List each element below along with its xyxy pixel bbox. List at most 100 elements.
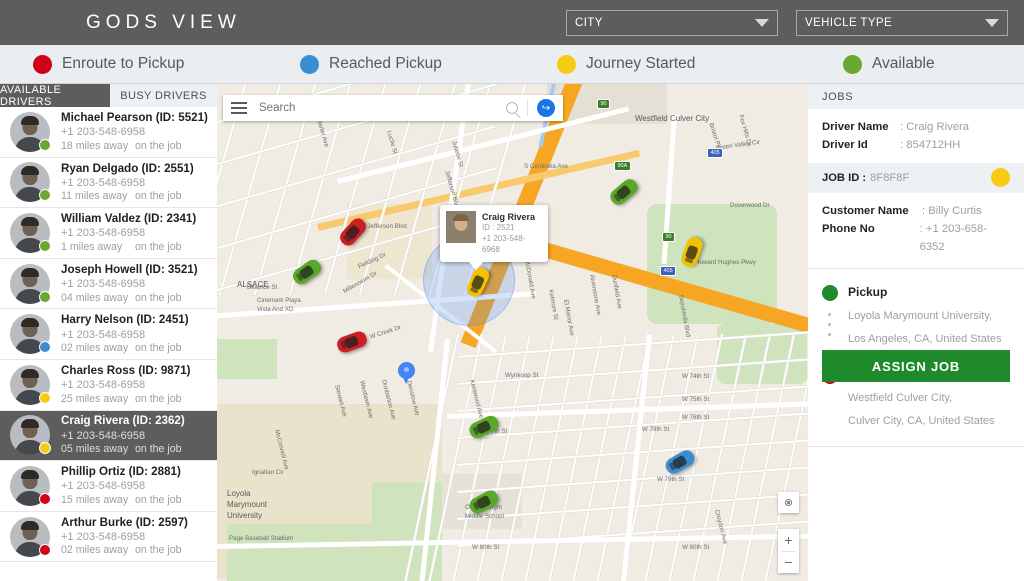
legend-item-journey-started: Journey Started: [557, 54, 695, 74]
driver-status: on the job: [135, 139, 182, 152]
driver-status-dot: [39, 543, 51, 556]
driver-status-dot: [39, 391, 51, 404]
job-id-row[interactable]: JOB ID : 8F8F8F: [808, 162, 1024, 193]
dropoff-address-line-2: Culver City, CA, United States: [848, 415, 995, 428]
driver-name: Harry Nelson (ID: 2451): [61, 313, 189, 327]
map-label: W 76th St: [682, 414, 710, 421]
driver-distance: 02 miles away: [61, 342, 129, 355]
driver-status-dot: [39, 290, 51, 303]
avatar: [10, 364, 51, 405]
assign-job-button[interactable]: ASSIGN JOB: [822, 350, 1010, 382]
dropoff-address-line-1: Westfield Culver City,: [848, 392, 953, 405]
zoom-in-button[interactable]: +: [778, 529, 799, 551]
driver-list[interactable]: Michael Pearson (ID: 5521) +1 203-548-695…: [0, 107, 217, 581]
driver-status: on the job: [135, 240, 182, 253]
map-label: W 74th St: [682, 373, 710, 380]
driver-list-item[interactable]: Ryan Delgado (ID: 2551) +1 203-548-6958 11…: [0, 158, 217, 209]
map-label: W 79th St: [657, 476, 685, 483]
driver-status-dot: [39, 138, 51, 151]
driver-details-block: Driver Name : Craig Rivera Driver Id : 8…: [808, 109, 1024, 163]
customer-details-block: Customer Name : Billy Curtis Phone No : …: [808, 193, 1024, 265]
driver-name: Ryan Delgado (ID: 2551): [61, 161, 194, 175]
tab-busy-drivers[interactable]: BUSY DRIVERS: [110, 84, 217, 107]
destination-pin-icon[interactable]: [398, 362, 415, 386]
map-label: Doverwood Dr: [730, 202, 770, 209]
pickup-address-line-2: Los Angeles, CA, United States: [848, 332, 1002, 345]
zoom-out-button[interactable]: −: [778, 552, 799, 574]
map-label: Marymount: [227, 500, 268, 509]
driver-name: Joseph Howell (ID: 3521): [61, 262, 198, 276]
driver-distance: 15 miles away: [61, 493, 129, 506]
top-bar-filters: CITY VEHICLE TYPE: [566, 9, 1008, 36]
driver-status: on the job: [135, 544, 182, 557]
driver-popup-avatar: [446, 211, 476, 243]
driver-distance: 1 miles away: [61, 240, 123, 253]
chevron-down-icon: [755, 18, 769, 27]
driver-name-row: Driver Name : Craig Rivera: [822, 118, 1010, 136]
driver-phone: +1 203-548-6958: [61, 480, 146, 493]
vehicle-type-select[interactable]: VEHICLE TYPE: [796, 9, 1008, 36]
job-status-badge: [991, 168, 1010, 188]
map-locate-button[interactable]: [778, 492, 799, 513]
legend-item-enroute-to-pickup: Enroute to Pickup: [33, 54, 184, 74]
status-legend: Enroute to Pickup Reached Pickup Journey…: [0, 45, 1024, 84]
map-label: W 80th St: [682, 544, 710, 551]
driver-name-label: Driver Name: [822, 121, 889, 133]
phone-label: Phone No: [822, 222, 875, 235]
gods-view-app: GODS VIEW CITY VEHICLE TYPE Enroute to P…: [0, 0, 1024, 581]
search-input[interactable]: [259, 102, 506, 114]
highway-shield-icon: 90A: [614, 161, 631, 171]
map-label: Ignatian Cir: [252, 469, 284, 476]
tab-available-drivers[interactable]: AVAILABLE DRIVERS: [0, 84, 110, 108]
map-search-bar[interactable]: ↪: [223, 95, 563, 121]
driver-distance: 25 miles away: [61, 392, 129, 405]
legend-label: Available: [872, 55, 935, 72]
driver-info-popup[interactable]: Craig Rivera ID : 2521 +1 203-548-6968: [440, 205, 548, 270]
map-label: S Centinela Ave: [524, 163, 568, 170]
map-label: University: [227, 511, 263, 520]
driver-name-value: : Craig Rivera: [900, 121, 970, 133]
driver-status-dot: [39, 492, 51, 505]
driver-list-item[interactable]: Craig Rivera (ID: 2362) +1 203-548-6958 05…: [0, 410, 217, 462]
driver-list-item[interactable]: Michael Pearson (ID: 5521) +1 203-548-695…: [0, 107, 217, 158]
driver-phone: +1 203-548-6958: [61, 530, 146, 543]
avatar: [10, 314, 51, 355]
driver-list-item[interactable]: Arthur Burke (ID: 2597) +1 203-548-6958 02…: [0, 512, 217, 563]
driver-list-item[interactable]: Charles Ross (ID: 9871) +1 203-548-6958 25…: [0, 360, 217, 411]
map-label: Vista And XD: [257, 306, 294, 313]
popup-driver-phone: +1 203-548-6968: [482, 233, 526, 254]
driver-phone: +1 203-548-6958: [61, 379, 146, 392]
customer-name-label: Customer Name: [822, 204, 909, 217]
chevron-down-icon: [985, 18, 999, 27]
pickup-row: Pickup Loyola Marymount University, Los …: [822, 281, 1010, 349]
driver-status-dot: [39, 442, 51, 455]
driver-name: Craig Rivera (ID: 2362): [61, 414, 185, 428]
vehicle-type-select-label: VEHICLE TYPE: [805, 16, 893, 29]
driver-status: on the job: [135, 443, 182, 456]
driver-id-row: Driver Id : 854712HH: [822, 136, 1010, 154]
driver-name: Michael Pearson (ID: 5521): [61, 110, 208, 124]
avatar: [10, 263, 51, 304]
driver-distance: 02 miles away: [61, 544, 129, 557]
map-label: ALSACE: [237, 280, 269, 289]
city-select[interactable]: CITY: [566, 9, 778, 36]
driver-list-item[interactable]: Phillip Ortiz (ID: 2881) +1 203-548-6958 1…: [0, 461, 217, 512]
map-label: W 80th St: [472, 544, 500, 551]
driver-status-dot: [39, 341, 51, 354]
map-label: Middle School: [465, 513, 504, 520]
driver-list-item[interactable]: Harry Nelson (ID: 2451) +1 203-548-6958 02…: [0, 309, 217, 360]
driver-phone: +1 203-548-6958: [61, 328, 146, 341]
map-zoom-controls[interactable]: + −: [778, 529, 799, 573]
map-park: [217, 339, 277, 379]
search-icon[interactable]: [506, 102, 518, 114]
driver-list-item[interactable]: Joseph Howell (ID: 3521) +1 203-548-6958 0…: [0, 259, 217, 310]
driver-name: William Valdez (ID: 2341): [61, 212, 197, 226]
map-label: Wynkoop St: [505, 372, 539, 379]
highway-shield-icon: 90: [597, 99, 611, 109]
map-view[interactable]: Westfield Culver City S Centinela Ave Gree…: [217, 84, 808, 581]
drivers-tabs: AVAILABLE DRIVERS BUSY DRIVERS: [0, 84, 217, 108]
driver-list-item[interactable]: William Valdez (ID: 2341) +1 203-548-6958…: [0, 208, 217, 259]
hamburger-icon[interactable]: [231, 100, 247, 116]
driver-status: on the job: [135, 392, 182, 405]
directions-arrow-icon[interactable]: ↪: [537, 99, 555, 117]
